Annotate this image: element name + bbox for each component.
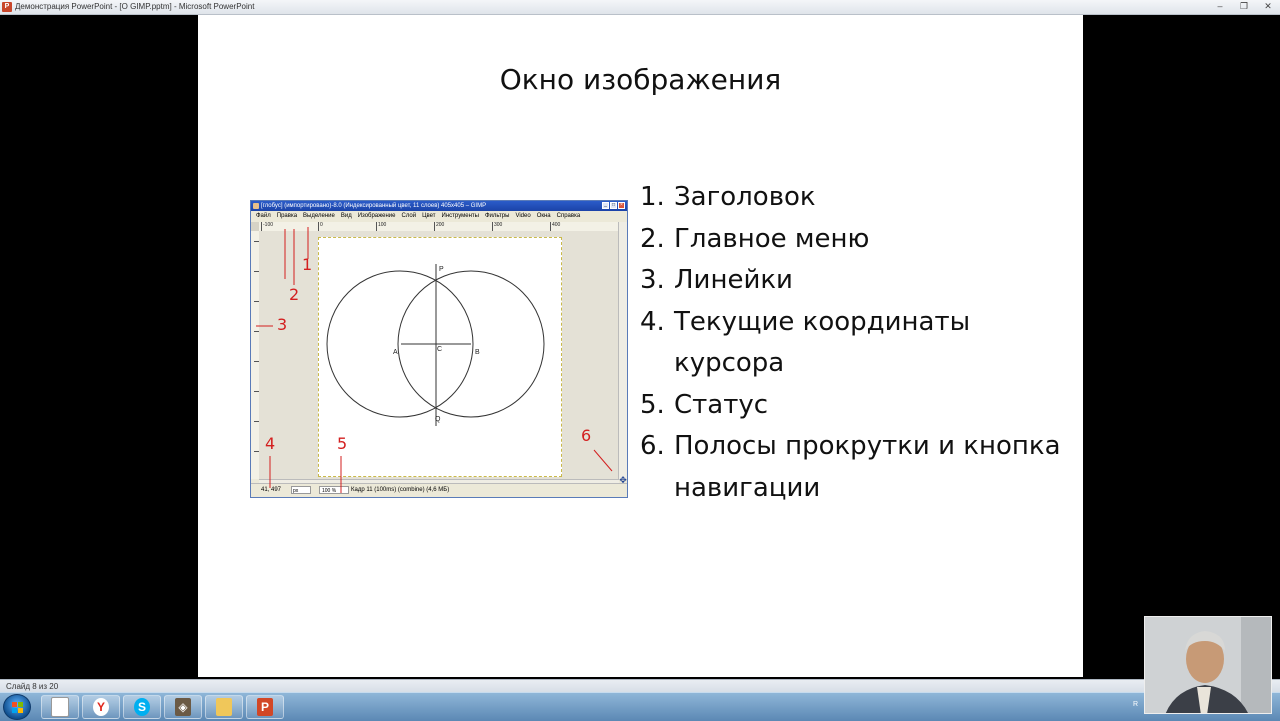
gimp-menubar: Файл Правка Выделение Вид Изображение Сл… <box>251 211 627 221</box>
gimp-canvas-area: P Q A B C <box>259 231 621 479</box>
powerpoint-icon[interactable]: P <box>246 695 284 719</box>
gimp-vertical-scrollbar <box>618 222 627 479</box>
webcam-overlay <box>1144 616 1272 714</box>
list-number: 6. <box>640 431 665 461</box>
gimp-menu-tools: Инструменты <box>441 213 479 219</box>
gimp-menu-image: Изображение <box>357 213 396 219</box>
ruler-label: 300 <box>492 222 502 231</box>
window-title: Демонстрация PowerPoint - [О GIMP.pptm] … <box>15 2 255 11</box>
circles-diagram: P Q A B C <box>326 264 545 426</box>
slide: Окно изображения [глобус] (импортировано… <box>198 15 1083 677</box>
list-number: 2. <box>640 223 665 254</box>
list-item: 4. Текущие координаты курсора <box>640 302 1070 385</box>
gimp-menu-select: Выделение <box>303 213 335 219</box>
gimp-menu-filters: Фильтры <box>484 213 510 219</box>
point-label-b: B <box>475 349 480 356</box>
status-message: Кадр 11 (100ms) (combine) (4,6 МБ) <box>351 487 450 493</box>
zoom-select: 100 % <box>319 486 349 494</box>
gimp-window-title: [глобус] (импортировано)-8.0 (Индексиров… <box>261 203 487 209</box>
annotation-2: 2 <box>289 285 300 304</box>
point-label-c: C <box>437 346 442 353</box>
list-number: 1. <box>640 182 665 212</box>
slide-title: Окно изображения <box>499 63 782 96</box>
gimp-menu-view: Вид <box>340 213 352 219</box>
annotation-6: 6 <box>581 426 592 445</box>
list-number: 3. <box>640 265 665 295</box>
gimp-image: P Q A B C <box>318 237 562 477</box>
gimp-icon[interactable]: ◈ <box>164 695 202 719</box>
unit-select: px <box>291 486 311 494</box>
gimp-menu-file: Файл <box>256 213 271 219</box>
list-text: Текущие координаты курсора <box>674 306 971 379</box>
gimp-app-icon <box>253 203 259 209</box>
list-number: 5. <box>640 389 665 420</box>
ruler-label: 200 <box>434 222 444 231</box>
window-titlebar: P Демонстрация PowerPoint - [О GIMP.pptm… <box>0 0 1280 15</box>
gimp-menu-layer: Слой <box>401 213 417 219</box>
annotation-3: 3 <box>277 315 288 334</box>
list-item: 6. Полосы прокрутки и кнопка навигации <box>640 426 1070 509</box>
list-item: 1. Заголовок <box>640 177 1070 219</box>
list-item: 2. Главное меню <box>640 219 1070 261</box>
gimp-menu-color: Цвет <box>422 213 436 219</box>
skype-icon[interactable]: S <box>123 695 161 719</box>
powerpoint-app-icon[interactable]: P <box>2 2 12 12</box>
point-label-q: Q <box>435 416 441 423</box>
annotation-4: 4 <box>265 434 276 453</box>
gimp-maximize-icon: □ <box>610 202 617 209</box>
gimp-menu-windows: Окна <box>536 213 551 219</box>
list-text: Заголовок <box>674 182 816 212</box>
gimp-close-icon: × <box>618 202 625 209</box>
point-label-p: P <box>439 266 444 273</box>
list-text: Статус <box>674 389 769 420</box>
taskbar: Y S ◈ P R 16.05.2018 <box>0 692 1280 721</box>
language-indicator[interactable]: R <box>1133 701 1138 708</box>
gimp-minimize-icon: _ <box>602 202 609 209</box>
list-text: Главное меню <box>674 223 870 254</box>
gimp-menu-help: Справка <box>556 213 581 219</box>
list-number: 4. <box>640 306 665 337</box>
list-item: 5. Статус <box>640 385 1070 427</box>
ppt-statusbar: Слайд 8 из 20 <box>0 679 1280 693</box>
windows-logo-icon <box>12 702 23 713</box>
file-explorer-icon[interactable] <box>205 695 243 719</box>
cursor-coordinates: 41, 497 <box>261 487 282 493</box>
annotation-1: 1 <box>302 255 313 274</box>
slide-numbered-list: 1. Заголовок 2. Главное меню 3. Линейки 4. Т… <box>640 177 1070 509</box>
explorer-window-icon[interactable] <box>41 695 79 719</box>
close-icon[interactable]: ✕ <box>1262 0 1274 14</box>
yandex-browser-icon[interactable]: Y <box>82 695 120 719</box>
gimp-titlebar: [глобус] (импортировано)-8.0 (Индексиров… <box>251 201 627 211</box>
gimp-menu-video: Video <box>515 213 531 219</box>
list-text: Линейки <box>674 265 793 295</box>
presenter-image <box>1145 617 1271 713</box>
ruler-label: -100 <box>261 222 273 231</box>
gimp-menu-edit: Правка <box>276 213 298 219</box>
restore-icon[interactable]: ❐ <box>1238 0 1250 14</box>
point-label-a: A <box>393 349 398 356</box>
annotation-5: 5 <box>337 434 348 453</box>
ruler-label: 400 <box>550 222 560 231</box>
ruler-label: 0 <box>318 222 323 231</box>
start-button[interactable] <box>3 694 31 720</box>
list-item: 3. Линейки <box>640 260 1070 302</box>
gimp-statusbar: 41, 497 px 100 % Кадр 11 (100ms) (combin… <box>251 483 627 497</box>
ruler-label: 100 <box>376 222 386 231</box>
gimp-screenshot: [глобус] (импортировано)-8.0 (Индексиров… <box>250 200 628 498</box>
minimize-icon[interactable]: – <box>1214 0 1226 14</box>
list-text: Полосы прокрутки и кнопка навигации <box>674 431 1061 503</box>
